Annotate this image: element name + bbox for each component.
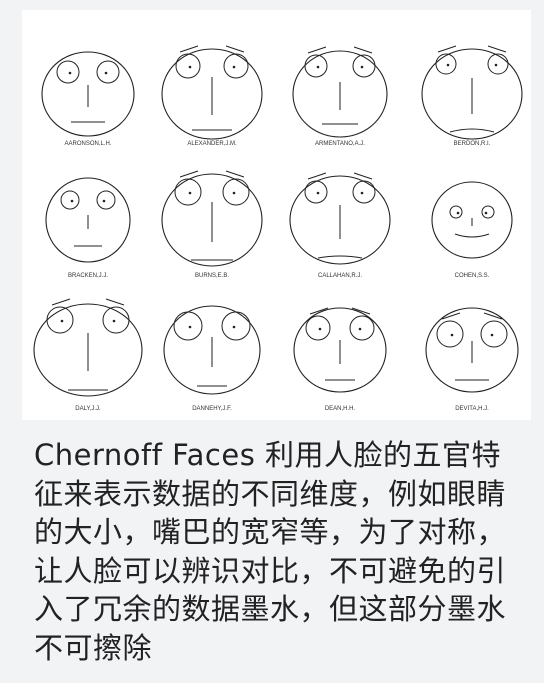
pupil: [490, 333, 494, 337]
chernoff-face: DALY,J.J.: [33, 298, 143, 412]
eyebrow: [105, 298, 125, 306]
face-name-label: CALLAHAN,R.J.: [318, 273, 362, 279]
pupil: [60, 319, 64, 323]
eye: [60, 190, 80, 210]
chernoff-face: COHEN,S.S.: [431, 181, 513, 279]
chernoff-face: DEAN,H.H.: [293, 307, 387, 412]
eye: [56, 60, 80, 84]
pupil: [316, 65, 320, 69]
chernoff-face: BURNS,E.B.: [161, 170, 263, 279]
face-name-label: BURNS,E.B.: [195, 273, 229, 279]
face-name-label: DEVITA,H.J.: [455, 406, 489, 412]
pupil: [360, 65, 364, 69]
pupil: [104, 71, 108, 75]
pupil: [232, 325, 236, 329]
chernoff-face: BERDON,R.I.: [421, 45, 523, 147]
eye: [96, 190, 116, 210]
chernoff-face: CALLAHAN,R.J.: [289, 172, 391, 279]
chernoff-face: ALEXANDER,J.M.: [161, 45, 263, 147]
eye: [436, 320, 464, 348]
chernoff-faces-figure: AARONSON,L.H. ALEXANDER,J.M. ARMENTANO,A.J…: [33, 45, 523, 412]
pupil: [68, 71, 72, 75]
pupil: [102, 199, 106, 203]
eyebrow: [353, 46, 373, 54]
eye: [96, 60, 120, 84]
eye: [349, 315, 375, 341]
pupil: [316, 191, 320, 195]
eye: [352, 180, 376, 204]
face-name-label: BERDON,R.I.: [454, 141, 491, 147]
eyebrow: [487, 45, 507, 53]
chernoff-faces-grid: AARONSON,L.H. ALEXANDER,J.M. ARMENTANO,A.J…: [22, 10, 531, 420]
face-name-label: ARMENTANO,A.J.: [315, 141, 365, 147]
pupil: [232, 65, 236, 69]
eye: [449, 205, 463, 219]
pupil: [484, 211, 488, 215]
eyebrow: [307, 46, 327, 54]
face-name-label: DEAN,H.H.: [325, 406, 356, 412]
mouth: [317, 255, 363, 259]
eyebrow: [51, 298, 71, 306]
pupil: [70, 199, 74, 203]
eye: [304, 180, 328, 204]
pupil: [188, 65, 192, 69]
face-name-label: BRACKEN,J.J.: [68, 273, 108, 279]
chernoff-face: BRACKEN,J.J.: [45, 177, 131, 279]
pupil: [188, 325, 192, 329]
pupil: [318, 327, 322, 331]
pupil: [358, 327, 362, 331]
eye: [305, 315, 331, 341]
pupil: [232, 191, 236, 195]
pupil: [494, 63, 498, 67]
face-name-label: ALEXANDER,J.M.: [187, 141, 237, 147]
pupil: [450, 333, 454, 337]
pupil: [360, 191, 364, 195]
pupil: [112, 319, 116, 323]
eye: [352, 54, 376, 78]
eye: [174, 178, 202, 206]
caption-text: Chernoff Faces 利用人脸的五官特征来表示数据的不同维度，例如眼睛的…: [34, 438, 507, 665]
pupil: [456, 211, 460, 215]
eye: [481, 205, 495, 219]
eye: [480, 320, 508, 348]
pupil: [446, 63, 450, 67]
chernoff-face: ARMENTANO,A.J.: [292, 46, 388, 147]
chernoff-face: DEVITA,H.J.: [425, 307, 519, 412]
eye: [173, 311, 203, 341]
eye: [175, 53, 201, 79]
mouth: [449, 128, 495, 133]
eye: [222, 178, 250, 206]
face-name-label: DANNEHY,J.F.: [192, 406, 232, 412]
mouth: [454, 233, 490, 238]
face-name-label: DALY,J.J.: [75, 406, 101, 412]
face-name-label: COHEN,S.S.: [455, 273, 490, 279]
pupil: [188, 191, 192, 195]
face-name-label: AARONSON,L.H.: [64, 141, 111, 147]
eye: [304, 54, 328, 78]
eyebrow: [437, 45, 457, 53]
eye: [221, 311, 251, 341]
eye: [487, 53, 509, 75]
chernoff-face: DANNEHY,J.F.: [163, 305, 261, 412]
chernoff-face: AARONSON,L.H.: [41, 51, 135, 147]
eye: [223, 53, 249, 79]
eye: [435, 53, 457, 75]
